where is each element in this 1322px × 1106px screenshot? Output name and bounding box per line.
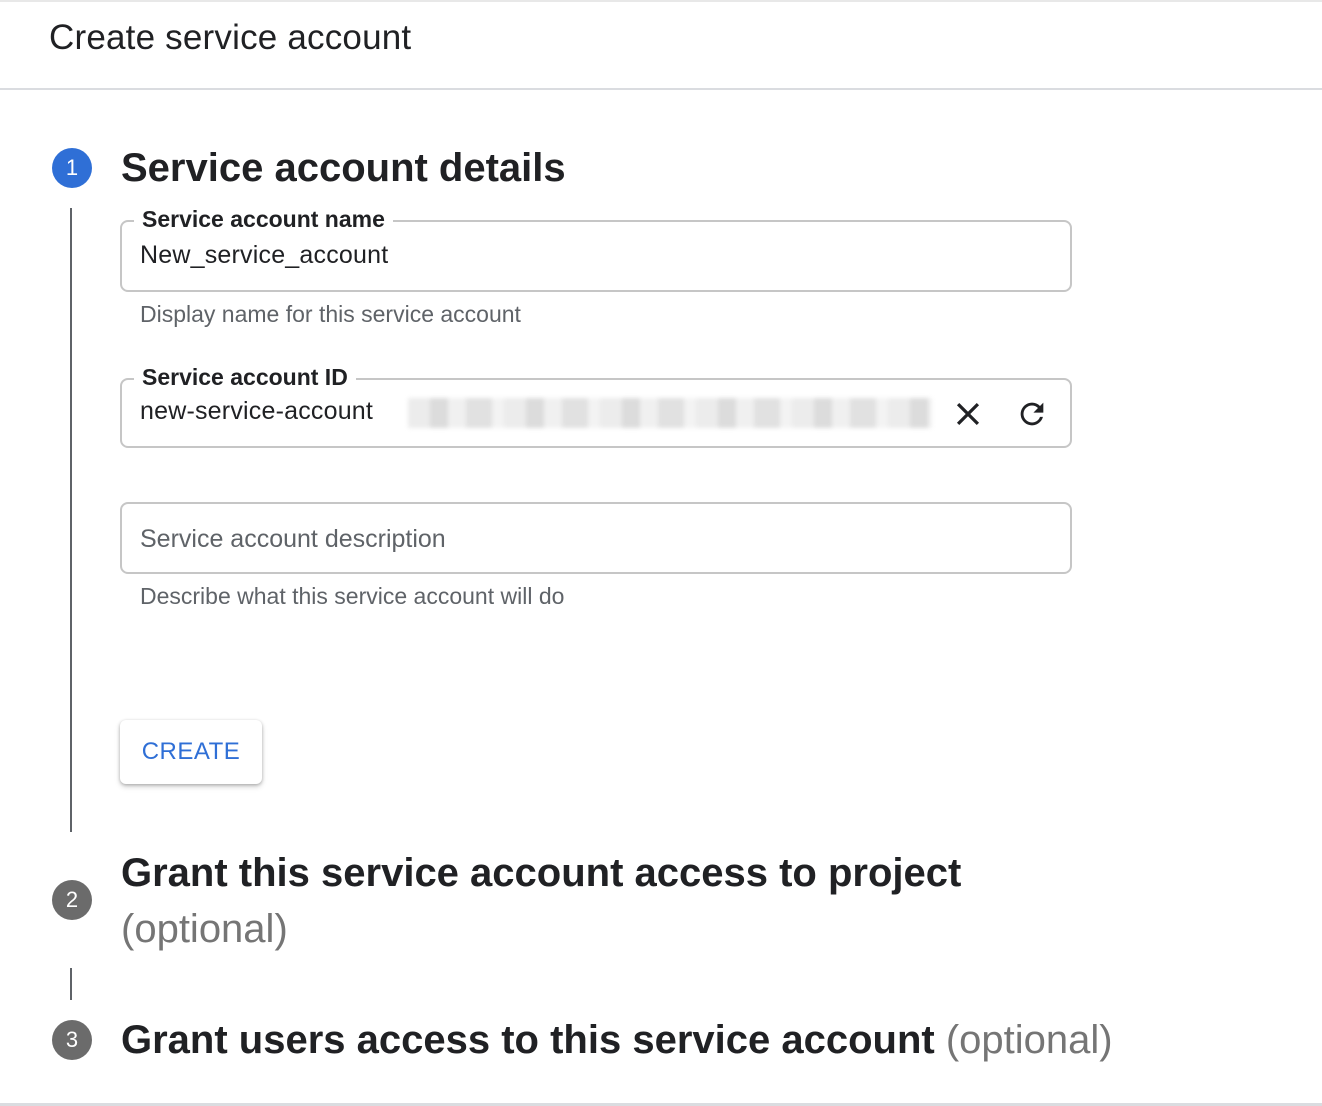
redacted-email-suffix: [408, 398, 932, 428]
step-1-title[interactable]: Service account details: [121, 140, 566, 196]
create-service-account-page: Create service account 1 Service account…: [0, 0, 1322, 1106]
step-2-indicator: 2: [52, 880, 92, 920]
page-title: Create service account: [49, 18, 412, 57]
service-account-id-input[interactable]: new-service-account: [140, 394, 373, 428]
service-account-description-placeholder[interactable]: Service account description: [140, 522, 446, 556]
step-3-title[interactable]: Grant users access to this service accou…: [121, 1012, 1113, 1068]
service-account-description-helper: Describe what this service account will …: [140, 583, 565, 609]
step-1-connector: [70, 208, 72, 832]
step-2-title[interactable]: Grant this service account access to pro…: [121, 845, 981, 957]
service-account-name-helper: Display name for this service account: [140, 301, 521, 327]
service-account-name-label: Service account name: [134, 204, 393, 234]
step-3-optional-label: (optional): [945, 1018, 1113, 1062]
step-3-title-text: Grant users access to this service accou…: [121, 1018, 935, 1062]
close-icon[interactable]: [948, 394, 988, 434]
step-2-title-text: Grant this service account access to pro…: [121, 851, 962, 895]
service-account-name-field[interactable]: Service account name New_service_account: [120, 204, 1072, 292]
service-account-name-input[interactable]: New_service_account: [140, 238, 388, 272]
step-2-optional-label: (optional): [121, 907, 288, 951]
step-1-title-text: Service account details: [121, 146, 566, 190]
service-account-id-field[interactable]: Service account ID new-service-account: [120, 362, 1072, 448]
step-3-indicator: 3: [52, 1020, 92, 1060]
refresh-icon[interactable]: [1012, 394, 1052, 434]
page-header: Create service account: [0, 0, 1322, 90]
step-2-connector: [70, 968, 72, 1000]
step-1-indicator: 1: [52, 148, 92, 188]
service-account-description-field[interactable]: Service account description: [120, 502, 1072, 574]
create-button[interactable]: CREATE: [120, 720, 262, 784]
service-account-id-label: Service account ID: [134, 362, 356, 392]
